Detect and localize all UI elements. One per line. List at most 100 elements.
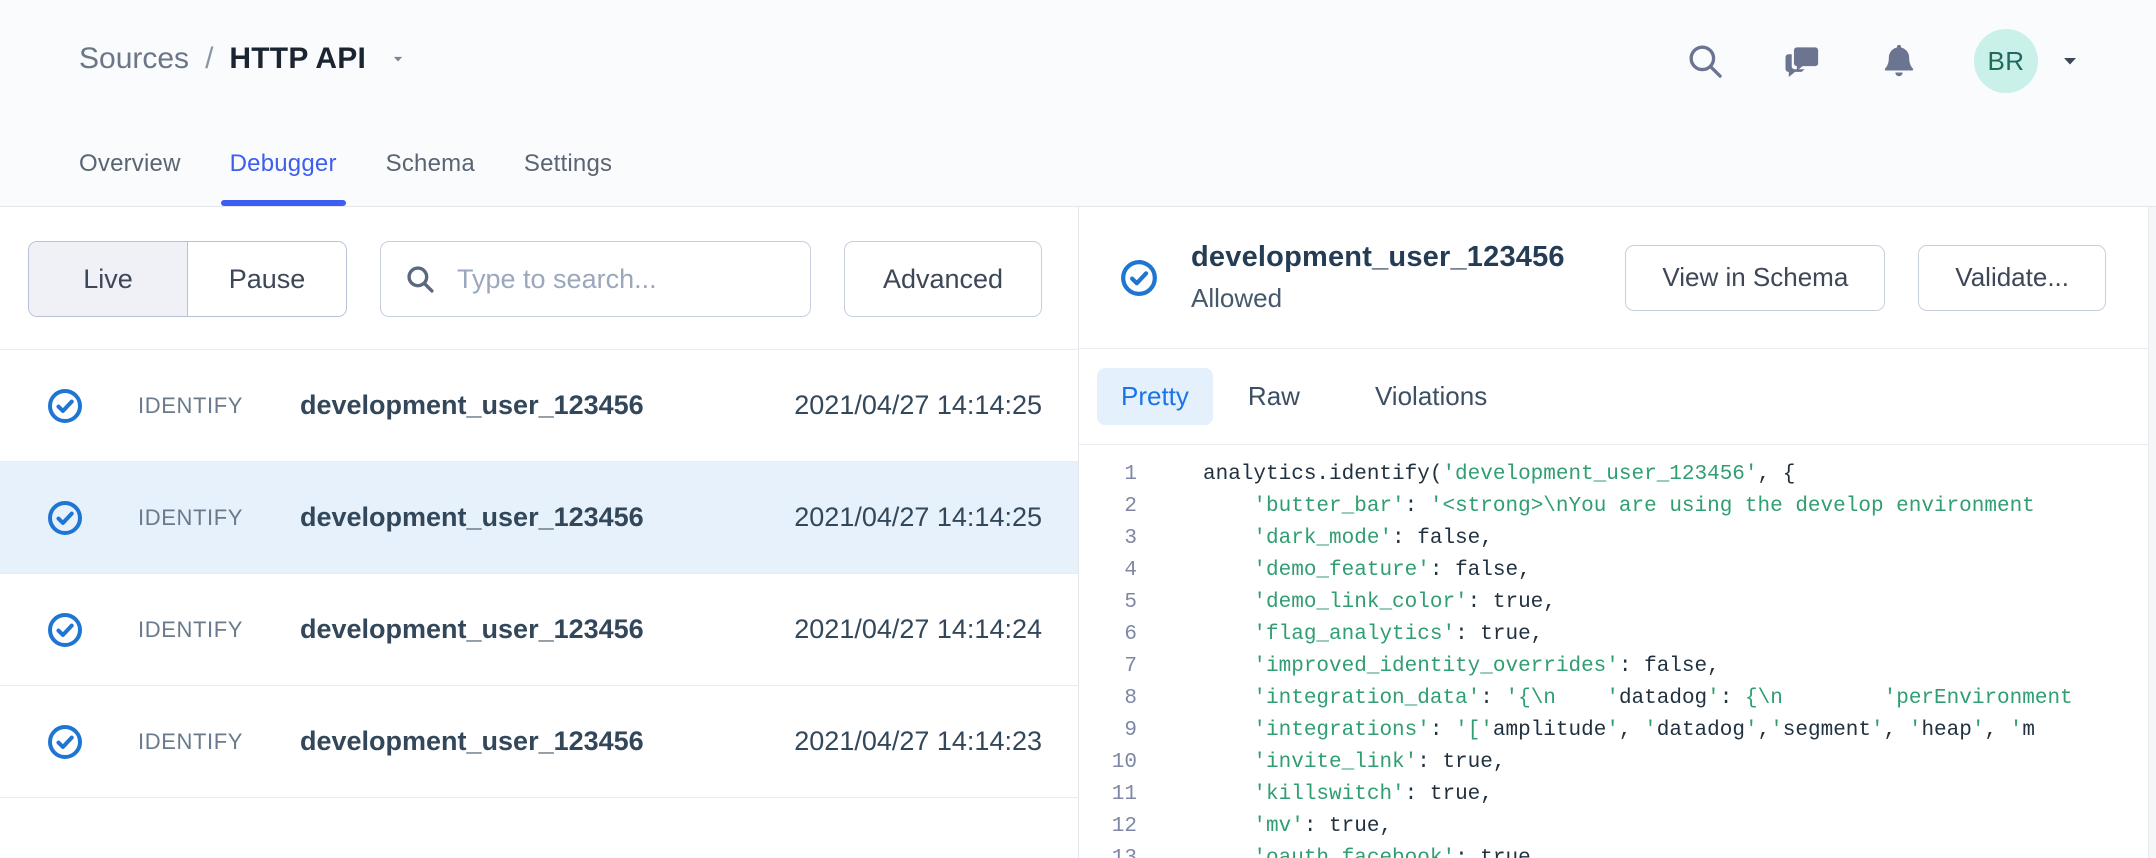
event-type-label: IDENTIFY — [138, 505, 288, 531]
event-name: development_user_123456 — [300, 502, 644, 533]
code-text: 'integrations': '['amplitude', 'datadog'… — [1137, 715, 2035, 747]
code-line: 2 'butter_bar': '<strong>\nYou are using… — [1079, 491, 2156, 523]
advanced-button[interactable]: Advanced — [844, 241, 1042, 317]
code-line: 4 'demo_feature': false, — [1079, 555, 2156, 587]
event-type-label: IDENTIFY — [138, 729, 288, 755]
line-number: 13 — [1079, 843, 1137, 858]
code-line: 1 analytics.identify('development_user_1… — [1079, 459, 2156, 491]
tab-pretty[interactable]: Pretty — [1097, 368, 1213, 425]
event-search-box — [380, 241, 811, 317]
event-detail-header: development_user_123456 Allowed View in … — [1079, 207, 2156, 349]
check-circle-icon — [47, 388, 83, 424]
code-line: 6 'flag_analytics': true, — [1079, 619, 2156, 651]
line-number: 9 — [1079, 715, 1137, 747]
code-line: 11 'killswitch': true, — [1079, 779, 2156, 811]
breadcrumb-sources-link[interactable]: Sources — [79, 42, 189, 76]
code-line: 5 'demo_link_color': true, — [1079, 587, 2156, 619]
event-row[interactable]: IDENTIFY development_user_123456 2021/04… — [0, 462, 1078, 574]
line-number: 6 — [1079, 619, 1137, 651]
code-text: 'killswitch': true, — [1137, 779, 1493, 811]
check-circle-icon — [47, 500, 83, 536]
chat-icon[interactable] — [1780, 39, 1824, 83]
tab-violations[interactable]: Violations — [1351, 368, 1511, 425]
line-number: 11 — [1079, 779, 1137, 811]
code-text: 'butter_bar': '<strong>\nYou are using t… — [1137, 491, 2035, 523]
code-text: 'improved_identity_overrides': false, — [1137, 651, 1720, 683]
code-line: 7 'improved_identity_overrides': false, — [1079, 651, 2156, 683]
event-type-label: IDENTIFY — [138, 393, 288, 419]
line-number: 2 — [1079, 491, 1137, 523]
allowed-check-circle-icon — [1120, 259, 1158, 297]
validate-button[interactable]: Validate... — [1918, 245, 2106, 311]
event-detail-panel: development_user_123456 Allowed View in … — [1079, 207, 2156, 858]
breadcrumb-separator: / — [205, 42, 213, 76]
code-text: 'demo_link_color': true, — [1137, 587, 1556, 619]
event-row[interactable]: IDENTIFY development_user_123456 2021/04… — [0, 686, 1078, 798]
search-input[interactable] — [455, 263, 788, 296]
detail-actions: View in Schema Validate... — [1625, 245, 2106, 311]
code-text: 'dark_mode': false, — [1137, 523, 1493, 555]
event-row[interactable]: IDENTIFY development_user_123456 2021/04… — [0, 574, 1078, 686]
main-content: Live Pause Advanced IDENTIFY development… — [0, 207, 2156, 858]
event-name: development_user_123456 — [300, 390, 644, 421]
payload-code-viewer: 1 analytics.identify('development_user_1… — [1079, 445, 2156, 858]
code-line: 12 'mv': true, — [1079, 811, 2156, 843]
header-actions: BR — [1684, 26, 2082, 96]
event-name: development_user_123456 — [300, 726, 644, 757]
scrollbar-track[interactable] — [2148, 207, 2156, 858]
code-line: 10 'invite_link': true, — [1079, 747, 2156, 779]
search-input-icon — [403, 262, 437, 296]
code-line: 3 'dark_mode': false, — [1079, 523, 2156, 555]
event-title-block: development_user_123456 Allowed — [1191, 241, 1565, 314]
code-line: 9 'integrations': '['amplitude', 'datado… — [1079, 715, 2156, 747]
live-button[interactable]: Live — [29, 242, 188, 316]
code-text: 'flag_analytics': true, — [1137, 619, 1543, 651]
line-number: 4 — [1079, 555, 1137, 587]
event-timestamp: 2021/04/27 14:14:24 — [794, 614, 1042, 645]
source-switcher-caret-icon[interactable] — [388, 49, 408, 69]
tab-overview[interactable]: Overview — [79, 150, 181, 206]
breadcrumb: Sources / HTTP API — [79, 42, 408, 76]
code-line: 8 'integration_data': '{\n 'datadog': {\… — [1079, 683, 2156, 715]
event-timestamp: 2021/04/27 14:14:23 — [794, 726, 1042, 757]
code-text: 'mv': true, — [1137, 811, 1392, 843]
line-number: 1 — [1079, 459, 1137, 491]
live-pause-toggle: Live Pause — [28, 241, 347, 317]
source-tabs: Overview Debugger Schema Settings — [79, 150, 612, 206]
pause-button[interactable]: Pause — [188, 242, 346, 316]
line-number: 7 — [1079, 651, 1137, 683]
code-text: 'invite_link': true, — [1137, 747, 1505, 779]
event-type-label: IDENTIFY — [138, 617, 288, 643]
check-circle-icon — [47, 612, 83, 648]
line-number: 8 — [1079, 683, 1137, 715]
event-row[interactable]: IDENTIFY development_user_123456 2021/04… — [0, 350, 1078, 462]
event-status-label: Allowed — [1191, 283, 1565, 314]
tab-schema[interactable]: Schema — [386, 150, 475, 206]
line-number: 5 — [1079, 587, 1137, 619]
code-text: analytics.identify('development_user_123… — [1137, 459, 1795, 491]
account-menu[interactable]: BR — [1974, 29, 2082, 93]
event-timestamp: 2021/04/27 14:14:25 — [794, 390, 1042, 421]
stream-controls: Live Pause Advanced — [28, 241, 1042, 317]
tab-debugger[interactable]: Debugger — [230, 150, 337, 206]
line-number: 3 — [1079, 523, 1137, 555]
view-in-schema-button[interactable]: View in Schema — [1625, 245, 1885, 311]
code-text: 'oauth_facebook': true, — [1137, 843, 1543, 858]
line-number: 10 — [1079, 747, 1137, 779]
avatar[interactable]: BR — [1974, 29, 2038, 93]
event-timestamp: 2021/04/27 14:14:25 — [794, 502, 1042, 533]
account-caret-down-icon[interactable] — [2058, 49, 2082, 73]
breadcrumb-current-source: HTTP API — [229, 42, 366, 76]
app-header: Sources / HTTP API BR — [0, 0, 2156, 207]
code-text: 'integration_data': '{\n 'datadog': {\n … — [1137, 683, 2073, 715]
notifications-bell-icon[interactable] — [1878, 40, 1920, 82]
payload-view-tabs: Pretty Raw Violations — [1079, 349, 2156, 445]
event-detail-title: development_user_123456 — [1191, 241, 1565, 274]
tab-settings[interactable]: Settings — [524, 150, 612, 206]
line-number: 12 — [1079, 811, 1137, 843]
event-list: IDENTIFY development_user_123456 2021/04… — [0, 349, 1078, 798]
event-name: development_user_123456 — [300, 614, 644, 645]
tab-raw[interactable]: Raw — [1224, 368, 1324, 425]
event-stream-panel: Live Pause Advanced IDENTIFY development… — [0, 207, 1079, 858]
search-icon[interactable] — [1684, 40, 1726, 82]
